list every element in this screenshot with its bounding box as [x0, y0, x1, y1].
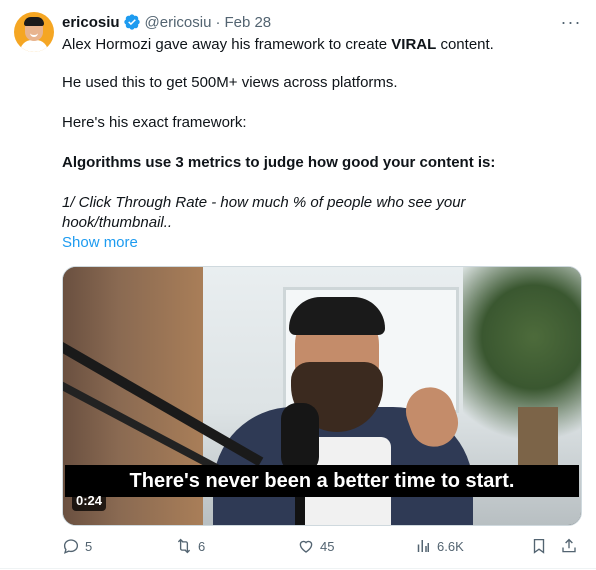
author-handle[interactable]: @ericosiu [145, 14, 212, 31]
views-count: 6.6K [437, 538, 464, 554]
tweet-line-5: 1/ Click Through Rate - how much % of pe… [62, 194, 466, 211]
tweet-date[interactable]: Feb 28 [224, 14, 271, 31]
views-button[interactable]: 6.6K [414, 535, 464, 557]
bookmark-button[interactable] [530, 535, 553, 557]
tweet-line-2: He used this to get 500M+ views across p… [62, 74, 398, 91]
author-name[interactable]: ericosiu [62, 14, 120, 31]
line1-prefix: Alex Hormozi gave away his framework to … [62, 36, 392, 53]
tweet-header: ericosiu @ericosiu · Feb 28 [62, 12, 271, 32]
video-player[interactable]: There's never been a better time to star… [62, 266, 582, 526]
video-duration: 0:24 [72, 491, 107, 511]
reply-icon [63, 539, 79, 554]
reply-count: 5 [85, 538, 93, 554]
tweet-line-4: Algorithms use 3 metrics to judge how go… [62, 154, 496, 171]
views-icon [417, 540, 429, 552]
video-person-cap [289, 297, 385, 335]
line1-bold: VIRAL [391, 36, 437, 53]
video-caption: There's never been a better time to star… [65, 465, 579, 497]
tweet-line-3: Here's his exact framework: [62, 114, 247, 131]
separator-dot: · [215, 13, 221, 31]
tweet[interactable]: ericosiu @ericosiu · Feb 28 ··· Alex Hor… [0, 0, 596, 570]
microphone [281, 403, 319, 473]
avatar-hair [24, 17, 44, 26]
tweet-divider [0, 568, 596, 569]
avatar[interactable] [14, 12, 54, 52]
more-options-icon[interactable]: ··· [560, 12, 582, 32]
like-button[interactable]: 45 [297, 535, 334, 557]
line1-suffix: content. [436, 36, 494, 53]
verified-badge-icon [123, 13, 141, 31]
share-button[interactable] [560, 535, 583, 557]
avatar-shirt [20, 40, 48, 52]
reply-button[interactable]: 5 [62, 535, 92, 557]
share-icon [562, 538, 576, 553]
bookmark-icon [533, 538, 545, 554]
retweet-button[interactable]: 6 [175, 535, 205, 557]
retweet-icon [177, 538, 191, 554]
tweet-actions: 5 6 45 6.6K [62, 535, 582, 557]
like-count: 45 [320, 538, 335, 554]
heart-icon [299, 540, 313, 553]
retweet-count: 6 [198, 538, 206, 554]
tweet-line-6: hook/thumbnail.. [62, 214, 173, 231]
show-more-link[interactable]: Show more [62, 233, 138, 253]
tweet-line-1: Alex Hormozi gave away his framework to … [62, 35, 494, 55]
